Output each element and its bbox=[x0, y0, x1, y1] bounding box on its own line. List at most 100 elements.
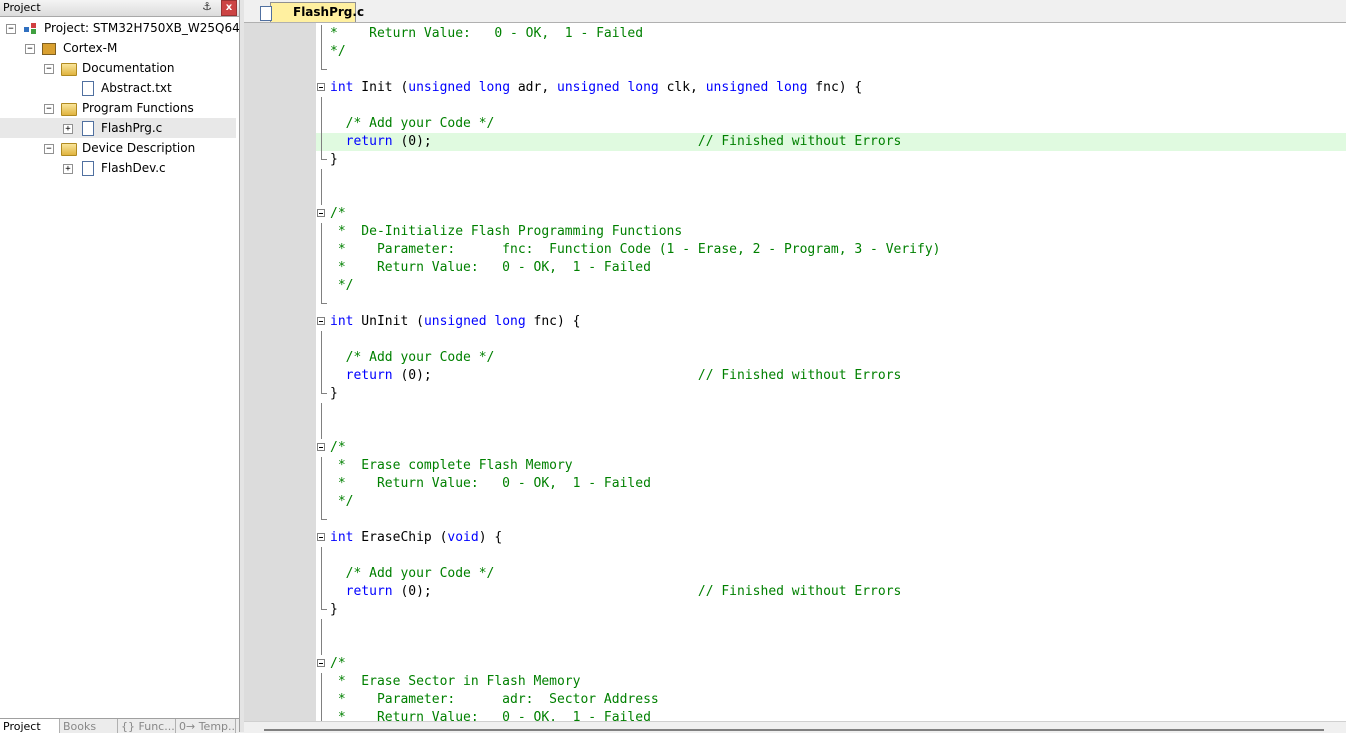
code-token: adr, bbox=[510, 80, 557, 95]
tree-item-label: Cortex-M bbox=[63, 41, 118, 55]
tab-flashprg-c[interactable]: FlashPrg.c bbox=[260, 2, 364, 22]
tab-project[interactable]: Project bbox=[0, 719, 60, 733]
fold-guide-line bbox=[321, 691, 322, 709]
fold-toggle-icon[interactable] bbox=[317, 659, 325, 667]
code-line[interactable]: 62 bbox=[316, 97, 1346, 115]
code-view[interactable]: 58* Return Value: 0 - OK, 1 - Failed59*/… bbox=[316, 23, 1346, 721]
horizontal-scrollbar[interactable] bbox=[244, 721, 1346, 733]
fold-toggle-icon[interactable] bbox=[317, 533, 325, 541]
fold-guide-line bbox=[321, 637, 322, 655]
tab-templates[interactable]: 0→ Temp... bbox=[176, 719, 236, 733]
comment-token: * Return Value: 0 - OK, 1 - Failed bbox=[330, 26, 644, 41]
tab-functions[interactable]: {} Func... bbox=[118, 719, 176, 733]
code-line[interactable]: 68/* bbox=[316, 205, 1346, 223]
close-icon[interactable]: x bbox=[221, 0, 237, 16]
code-line[interactable]: 72 */ bbox=[316, 277, 1346, 295]
code-line[interactable]: 96 * Return Value: 0 - OK, 1 - Failed bbox=[316, 709, 1346, 721]
code-line[interactable]: 78} bbox=[316, 385, 1346, 403]
tree-item[interactable]: + FlashPrg.c bbox=[0, 118, 236, 138]
keyword-token: int bbox=[330, 314, 354, 329]
panel-tab-bar: Project Books{} Func... 0→ Temp... bbox=[0, 718, 239, 733]
tree-item[interactable]: − Project: STM32H750XB_W25Q64 bbox=[0, 18, 240, 38]
fold-toggle-icon[interactable] bbox=[317, 443, 325, 451]
fold-guide-line bbox=[321, 259, 322, 277]
code-line[interactable]: 59*/ bbox=[316, 43, 1346, 61]
code-line[interactable]: 90} bbox=[316, 601, 1346, 619]
code-line[interactable]: 60 bbox=[316, 61, 1346, 79]
code-line[interactable]: 66 bbox=[316, 169, 1346, 187]
collapse-icon[interactable]: − bbox=[44, 64, 54, 74]
code-line[interactable]: 77 return (0); // Finished without Error… bbox=[316, 367, 1346, 385]
code-text: /* bbox=[330, 655, 346, 673]
code-line[interactable]: 79 bbox=[316, 403, 1346, 421]
tab-label: FlashPrg.c bbox=[293, 5, 365, 19]
expand-icon[interactable]: + bbox=[63, 124, 73, 134]
comment-token: * Parameter: fnc: Function Code (1 - Era… bbox=[330, 242, 941, 257]
tree-item[interactable]: − Cortex-M bbox=[0, 38, 236, 58]
expand-icon[interactable]: + bbox=[63, 164, 73, 174]
code-line[interactable]: 73 bbox=[316, 295, 1346, 313]
comment-token: // Finished without Errors bbox=[697, 368, 902, 383]
code-line[interactable]: 80 bbox=[316, 421, 1346, 439]
code-token: fnc) { bbox=[807, 80, 863, 95]
code-line[interactable]: 63 /* Add your Code */ bbox=[316, 115, 1346, 133]
code-line[interactable]: 82 * Erase complete Flash Memory bbox=[316, 457, 1346, 475]
collapse-icon[interactable]: − bbox=[6, 24, 16, 34]
code-line[interactable]: 93/* bbox=[316, 655, 1346, 673]
fold-toggle-icon[interactable] bbox=[317, 317, 325, 325]
code-line[interactable]: 75 bbox=[316, 331, 1346, 349]
code-line[interactable]: 88 /* Add your Code */ bbox=[316, 565, 1346, 583]
code-line[interactable]: 86int EraseChip (void) { bbox=[316, 529, 1346, 547]
fold-guide-line bbox=[321, 349, 322, 367]
code-line[interactable]: 69 * De-Initialize Flash Programming Fun… bbox=[316, 223, 1346, 241]
code-line[interactable]: 94 * Erase Sector in Flash Memory bbox=[316, 673, 1346, 691]
code-line[interactable]: 81/* bbox=[316, 439, 1346, 457]
fold-toggle-icon[interactable] bbox=[317, 83, 325, 91]
comment-token: */ bbox=[330, 44, 346, 59]
code-token: (0); bbox=[392, 368, 698, 383]
tree-item[interactable]: Abstract.txt bbox=[0, 78, 236, 98]
comment-token: /* Add your Code */ bbox=[330, 350, 495, 365]
code-line[interactable]: 67 bbox=[316, 187, 1346, 205]
collapse-icon[interactable]: − bbox=[25, 44, 35, 54]
fold-guide-line bbox=[321, 547, 322, 565]
collapse-icon[interactable]: − bbox=[44, 104, 54, 114]
code-line[interactable]: 58* Return Value: 0 - OK, 1 - Failed bbox=[316, 25, 1346, 43]
editor-tab-bar: FlashPrg.c bbox=[244, 0, 1346, 23]
code-line[interactable]: 70 * Parameter: fnc: Function Code (1 - … bbox=[316, 241, 1346, 259]
collapse-icon[interactable]: − bbox=[44, 144, 54, 154]
code-line[interactable]: 64 return (0); // Finished without Error… bbox=[316, 133, 1346, 151]
pin-icon[interactable]: ⚓ bbox=[200, 0, 214, 14]
code-line[interactable]: 89 return (0); // Finished without Error… bbox=[316, 583, 1346, 601]
code-line[interactable]: 91 bbox=[316, 619, 1346, 637]
fold-toggle-icon[interactable] bbox=[317, 209, 325, 217]
tab-books[interactable]: Books bbox=[60, 719, 118, 733]
tree-item[interactable]: − Program Functions bbox=[0, 98, 236, 118]
scrollbar-thumb[interactable] bbox=[264, 729, 1324, 731]
code-line[interactable]: 95 * Parameter: adr: Sector Address bbox=[316, 691, 1346, 709]
code-line[interactable]: 87 bbox=[316, 547, 1346, 565]
keyword-token: unsigned long bbox=[557, 80, 659, 95]
code-line[interactable]: 74int UnInit (unsigned long fnc) { bbox=[316, 313, 1346, 331]
code-token: clk, bbox=[658, 80, 706, 95]
comment-token: // Finished without Errors bbox=[697, 584, 902, 599]
tree-item[interactable]: + FlashDev.c bbox=[0, 158, 236, 178]
code-line[interactable]: 65} bbox=[316, 151, 1346, 169]
tree-item[interactable]: − Documentation bbox=[0, 58, 236, 78]
code-line[interactable]: 84 */ bbox=[316, 493, 1346, 511]
fold-end-marker bbox=[321, 151, 327, 160]
code-text: * Erase complete Flash Memory bbox=[330, 457, 573, 475]
fold-end-marker bbox=[321, 295, 327, 304]
tree-item-label: FlashPrg.c bbox=[101, 121, 163, 135]
tree-item[interactable]: − Device Description bbox=[0, 138, 236, 158]
code-text: /* bbox=[330, 439, 346, 457]
code-text: int Init (unsigned long adr, unsigned lo… bbox=[330, 79, 862, 97]
code-line[interactable]: 71 * Return Value: 0 - OK, 1 - Failed bbox=[316, 259, 1346, 277]
code-text: */ bbox=[330, 493, 354, 511]
code-line[interactable]: 83 * Return Value: 0 - OK, 1 - Failed bbox=[316, 475, 1346, 493]
code-line[interactable]: 92 bbox=[316, 637, 1346, 655]
code-line[interactable]: 76 /* Add your Code */ bbox=[316, 349, 1346, 367]
tree-item-label: Abstract.txt bbox=[101, 81, 172, 95]
code-line[interactable]: 85 bbox=[316, 511, 1346, 529]
code-line[interactable]: 61int Init (unsigned long adr, unsigned … bbox=[316, 79, 1346, 97]
